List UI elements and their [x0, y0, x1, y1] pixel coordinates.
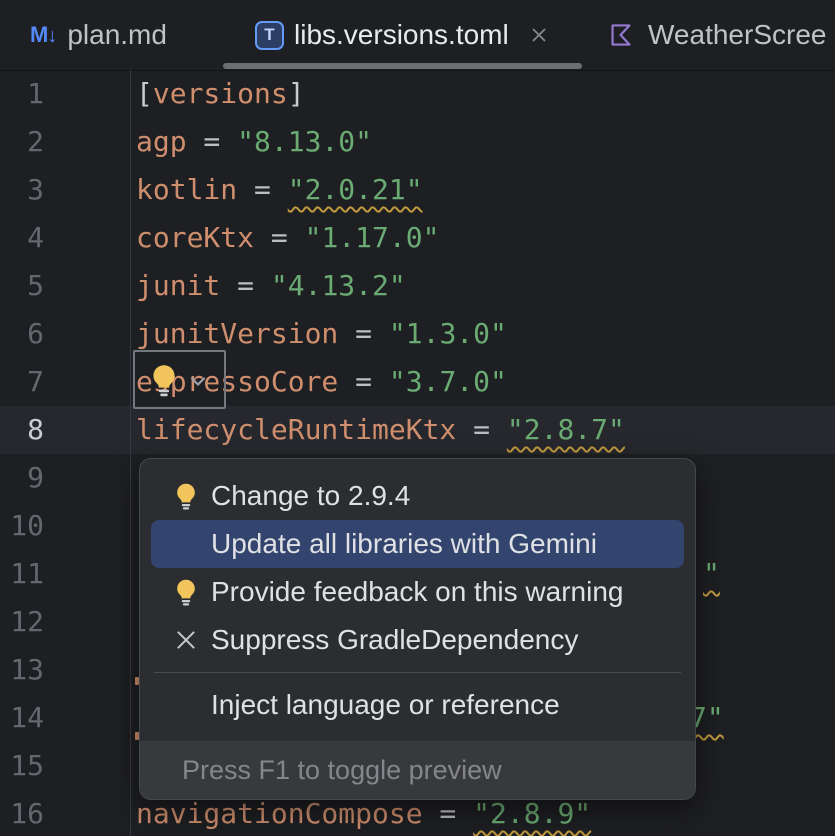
editor-line[interactable]: 2 agp = "8.13.0"	[0, 118, 835, 166]
code-text: kotlin = "2.0.21"	[136, 166, 423, 214]
tab-label: plan.md	[67, 19, 167, 51]
tab-weatherscreen[interactable]: WeatherScree	[608, 0, 826, 70]
editor-line[interactable]: 5 junit = "4.13.2"	[0, 262, 835, 310]
line-number: 12	[0, 598, 44, 646]
popup-item-label: Change to 2.9.4	[211, 480, 410, 512]
line-number: 5	[0, 262, 44, 310]
tab-label: libs.versions.toml	[294, 19, 509, 51]
line-number: 4	[0, 214, 44, 262]
popup-menu-item[interactable]: Provide feedback on this warning	[151, 568, 684, 616]
undefined	[171, 481, 201, 511]
editor-tab-bar: M↓ plan.md T libs.versions.toml WeatherS…	[0, 0, 835, 71]
popup-item-label: Suppress GradleDependency	[211, 624, 578, 656]
chevron-down-icon	[188, 376, 208, 388]
line-number: 7	[0, 358, 44, 406]
line-number: 10	[0, 502, 44, 550]
close-icon	[528, 24, 550, 46]
line-number: 16	[0, 790, 44, 836]
line-number: 1	[0, 70, 44, 118]
line-number: 9	[0, 454, 44, 502]
toml-file-icon: T	[255, 21, 284, 50]
popup-item-label: Provide feedback on this warning	[211, 576, 623, 608]
code-text: [versions]	[136, 70, 305, 118]
lightbulb-icon	[171, 577, 201, 607]
tab-libs-versions-toml[interactable]: T libs.versions.toml	[255, 0, 550, 70]
editor-line[interactable]: 8 lifecycleRuntimeKtx = "2.8.7"	[0, 406, 835, 454]
code-text: coreKtx = "1.17.0"	[136, 214, 439, 262]
line-number: 15	[0, 742, 44, 790]
popup-menu-item[interactable]: Suppress GradleDependency	[151, 616, 684, 664]
editor-line[interactable]: 6junitVersion = "1.3.0"	[0, 310, 835, 358]
undefined	[171, 577, 201, 607]
popup-menu-item[interactable]: Inject language or reference	[151, 681, 684, 729]
active-tab-indicator	[223, 63, 582, 69]
ide-window: M↓ plan.md T libs.versions.toml WeatherS…	[0, 0, 835, 836]
code-text: agp = "8.13.0"	[136, 118, 372, 166]
code-text: junit = "4.13.2"	[136, 262, 406, 310]
popup-item-label: Inject language or reference	[211, 689, 560, 721]
popup-separator	[154, 672, 681, 673]
editor-line[interactable]: 7espressoCore = "3.7.0"	[0, 358, 835, 406]
line-number: 8	[0, 406, 44, 454]
line-number: 14	[0, 694, 44, 742]
tab-label: WeatherScree	[648, 19, 826, 51]
editor-line[interactable]: 4 coreKtx = "1.17.0"	[0, 214, 835, 262]
popup-footer-hint: Press F1 to toggle preview	[140, 741, 695, 799]
code-editor[interactable]: 1 [versions] 2 agp = "8.13.0" 3 kotlin = "2.0…	[0, 70, 835, 836]
intention-popup: Change to 2.9.4 Update all libraries with…	[139, 458, 696, 800]
editor-line[interactable]: 3 kotlin = "2.0.21"	[0, 166, 835, 214]
icon-spacer	[171, 690, 201, 720]
line-number: 6	[0, 310, 44, 358]
kotlin-file-icon	[608, 22, 634, 48]
popup-menu-item[interactable]: Change to 2.9.4	[151, 472, 684, 520]
popup-item-label: Update all libraries with Gemini	[211, 528, 597, 560]
gemini-sparkle-icon	[171, 529, 201, 559]
markdown-file-icon: M↓	[30, 22, 57, 48]
line-number: 11	[0, 550, 44, 598]
line-number: 2	[0, 118, 44, 166]
gutter-divider	[130, 70, 131, 836]
undefined	[173, 627, 199, 653]
popup-menu-item[interactable]: Update all libraries with Gemini	[151, 520, 684, 568]
suppress-x-icon	[171, 625, 201, 655]
lightbulb-icon	[146, 362, 182, 398]
code-fragment: "	[703, 550, 720, 598]
editor-line[interactable]: 1 [versions]	[0, 70, 835, 118]
lightbulb-icon	[171, 481, 201, 511]
code-text: lifecycleRuntimeKtx = "2.8.7"	[136, 406, 625, 454]
intention-popup-list: Change to 2.9.4 Update all libraries with…	[140, 459, 695, 729]
tab-close-button[interactable]	[528, 24, 550, 46]
undefined	[171, 529, 201, 560]
tab-plan-md[interactable]: M↓ plan.md	[30, 0, 167, 70]
line-number: 13	[0, 646, 44, 694]
line-number: 3	[0, 166, 44, 214]
intention-bulb-widget[interactable]	[133, 350, 226, 409]
